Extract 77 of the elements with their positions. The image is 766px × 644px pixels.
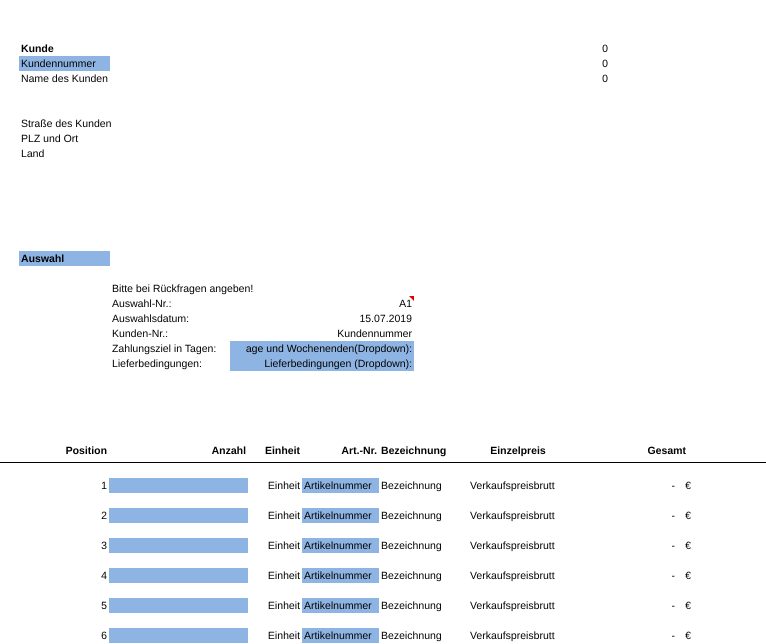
field-value: 15.07.2019 bbox=[358, 312, 413, 326]
cell-value: 0 bbox=[601, 56, 609, 71]
table-cell-text: € bbox=[684, 508, 692, 523]
field-value: A1 bbox=[398, 296, 414, 311]
column-header: Position bbox=[64, 444, 108, 458]
quantity-field[interactable] bbox=[109, 628, 248, 643]
cell-value: 0 bbox=[601, 72, 609, 86]
table-cell-text: - bbox=[670, 628, 676, 643]
table-cell-text: - bbox=[670, 598, 676, 613]
table-cell-text: Einheit bbox=[266, 568, 301, 583]
table-cell-text: 4 bbox=[100, 568, 108, 583]
table-cell-text: Bezeichnung bbox=[380, 538, 443, 553]
quantity-field[interactable] bbox=[109, 598, 248, 613]
table-cell: Artikelnummer bbox=[302, 508, 379, 523]
table-cell-text: Bezeichnung bbox=[380, 628, 443, 643]
column-header: Bezeichnung bbox=[380, 444, 448, 458]
table-cell-text: 5 bbox=[100, 598, 108, 613]
column-header: Art.-Nr. bbox=[340, 444, 378, 458]
section-heading: Kunde bbox=[20, 42, 55, 56]
quantity-field[interactable] bbox=[109, 478, 248, 493]
field-value: Lieferbedingungen (Dropdown): bbox=[230, 356, 414, 371]
field-label: Auswahlsdatum: bbox=[111, 312, 190, 326]
table-cell-text: 1 bbox=[100, 478, 108, 493]
table-cell-text: Bezeichnung bbox=[380, 598, 443, 613]
table-cell-text: Bezeichnung bbox=[380, 508, 443, 523]
cell-value: 0 bbox=[601, 42, 609, 56]
table-cell-text: Bezeichnung bbox=[380, 478, 443, 493]
table-cell-text: € bbox=[684, 598, 692, 613]
section-heading: Auswahl bbox=[19, 251, 110, 266]
table-cell-text: Verkaufspreisbrutt bbox=[469, 568, 556, 583]
address-line: Land bbox=[20, 146, 46, 161]
table-cell-text: 6 bbox=[100, 628, 108, 643]
field-value: Kundennummer bbox=[336, 326, 413, 341]
quantity-field[interactable] bbox=[109, 538, 248, 553]
table-cell-text: - bbox=[670, 478, 676, 493]
table-cell-text: € bbox=[684, 478, 692, 493]
address-line: Straße des Kunden bbox=[20, 116, 112, 131]
field-value: age und Wochenenden(Dropdown): bbox=[230, 341, 414, 356]
column-header: Anzahl bbox=[210, 444, 247, 458]
column-header: Einzelpreis bbox=[489, 444, 547, 458]
table-cell-text: Verkaufspreisbrutt bbox=[469, 508, 556, 523]
table-cell-text: Einheit bbox=[266, 628, 301, 643]
table-cell-text: - bbox=[670, 538, 676, 553]
quantity-field[interactable] bbox=[109, 508, 248, 523]
table-cell-text: € bbox=[684, 538, 692, 553]
table-cell-text: Bezeichnung bbox=[380, 568, 443, 583]
table-cell: Artikelnummer bbox=[302, 598, 379, 613]
table-cell-text: Verkaufspreisbrutt bbox=[469, 598, 556, 613]
column-header: Gesamt bbox=[646, 444, 687, 458]
table-cell-text: € bbox=[684, 628, 692, 643]
table-cell-text: Verkaufspreisbrutt bbox=[469, 478, 556, 493]
comment-marker bbox=[409, 296, 414, 301]
table-cell-text: Verkaufspreisbrutt bbox=[469, 538, 556, 553]
table-cell-text: 3 bbox=[100, 538, 108, 553]
table-cell: Artikelnummer bbox=[302, 568, 379, 583]
table-cell: Artikelnummer bbox=[302, 478, 379, 493]
table-cell-text: 2 bbox=[100, 508, 108, 523]
table-cell-text: Einheit bbox=[266, 478, 301, 493]
table-cell-text: Verkaufspreisbrutt bbox=[469, 628, 556, 643]
table-cell-text: - bbox=[670, 568, 676, 583]
table-cell: Artikelnummer bbox=[302, 628, 379, 643]
table-cell-text: € bbox=[684, 568, 692, 583]
field-label: Auswahl-Nr.: bbox=[111, 296, 173, 311]
field-label: Kundennummer bbox=[19, 56, 110, 71]
field-label: Name des Kunden bbox=[20, 72, 109, 86]
field-label: Zahlungsziel in Tagen: bbox=[111, 342, 218, 356]
field-label: Kunden-Nr.: bbox=[111, 326, 170, 341]
address-line: PLZ und Ort bbox=[20, 132, 80, 146]
note-text: Bitte bei Rückfragen angeben! bbox=[111, 282, 254, 296]
table-cell-text: Einheit bbox=[266, 538, 301, 553]
field-label: Lieferbedingungen: bbox=[111, 356, 203, 371]
table-cell-text: - bbox=[670, 508, 676, 523]
quantity-field[interactable] bbox=[109, 568, 248, 583]
column-header: Einheit bbox=[264, 444, 301, 458]
table-cell-text: Einheit bbox=[266, 508, 301, 523]
table-cell-text: Einheit bbox=[266, 598, 301, 613]
table-cell: Artikelnummer bbox=[302, 538, 379, 553]
